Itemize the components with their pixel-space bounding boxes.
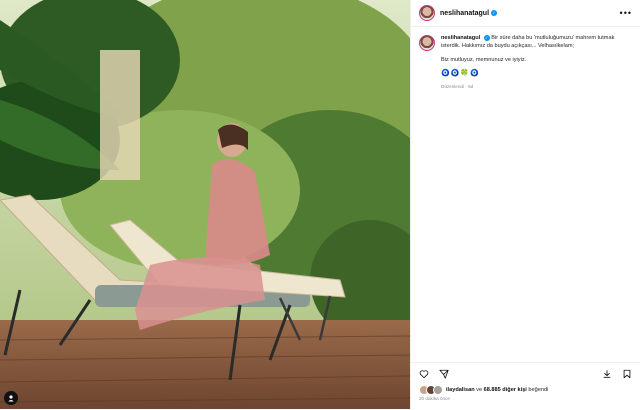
caption: neslihanatagul ✓ Bir süre daha bu 'mutlu… (411, 27, 640, 91)
post-photo[interactable] (0, 0, 410, 409)
paper-plane-icon[interactable] (439, 369, 449, 382)
first-liker[interactable]: ilaydalisan (446, 387, 475, 393)
heart-icon[interactable] (419, 369, 429, 382)
post-time-ago: 20 dakika önce (419, 396, 450, 401)
likes-summary[interactable]: ilaydalisan ve 68.885 diğer kişi beğendi (411, 382, 640, 395)
more-options-icon[interactable]: ••• (620, 8, 632, 18)
edited-timestamp: Düzenlendi · 5d (441, 84, 474, 89)
user-tag-icon[interactable] (4, 391, 18, 405)
post-sidebar: neslihanatagul ✓ ••• neslihanatagul ✓ Bi… (410, 0, 640, 409)
caption-verified-badge-icon: ✓ (483, 35, 490, 41)
author-username[interactable]: neslihanatagul (440, 10, 489, 17)
bookmark-icon[interactable] (622, 369, 632, 382)
author-avatar[interactable] (419, 5, 435, 21)
post-actions: ilaydalisan ve 68.885 diğer kişi beğendi… (411, 362, 640, 410)
verified-badge-icon: ✓ (491, 10, 498, 16)
caption-avatar[interactable] (419, 35, 435, 51)
garden-scene-image (0, 0, 410, 409)
post-header: neslihanatagul ✓ ••• (411, 0, 640, 27)
download-icon[interactable] (602, 369, 612, 382)
liker-avatar (433, 385, 443, 395)
caption-emojis: 🧿🧿🍀🧿 (441, 70, 480, 77)
caption-username[interactable]: neslihanatagul (441, 35, 480, 41)
likes-rest: ve 68.885 diğer kişi beğendi (474, 387, 549, 393)
likes-count[interactable]: 68.885 diğer kişi (484, 387, 527, 393)
caption-text-line2: Biz mutluyuz, memnunuz ve iyiyiz. (441, 57, 527, 63)
